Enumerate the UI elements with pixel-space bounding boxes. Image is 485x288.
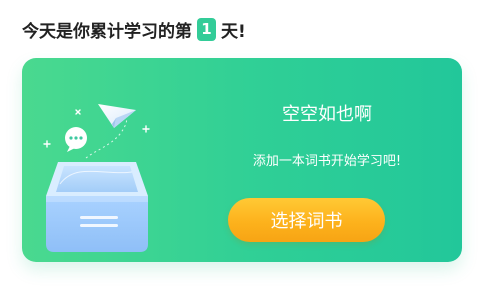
empty-state-message: 添加一本词书开始学习吧! bbox=[252, 154, 402, 169]
sparkle-icon bbox=[43, 109, 150, 148]
streak-prefix-text: 今天是你累计学习的第 bbox=[22, 21, 192, 42]
paper-plane-icon bbox=[98, 104, 136, 128]
study-streak-header: 今天是你累计学习的第 1 天! bbox=[22, 14, 246, 44]
empty-state-title: 空空如也啊 bbox=[282, 104, 372, 125]
study-home: 今天是你累计学习的第 1 天! 空空如也啊 添加一本词书开始学习吧! 选择词书 bbox=[0, 0, 485, 288]
streak-suffix-text: 天! bbox=[221, 21, 246, 42]
chat-bubble-icon bbox=[65, 127, 87, 152]
empty-tray-illustration bbox=[43, 104, 150, 252]
day-count-badge: 1 bbox=[197, 17, 216, 41]
empty-wordbook-card: 空空如也啊 添加一本词书开始学习吧! 选择词书 bbox=[22, 58, 462, 262]
choose-wordbook-button[interactable]: 选择词书 bbox=[228, 198, 385, 242]
